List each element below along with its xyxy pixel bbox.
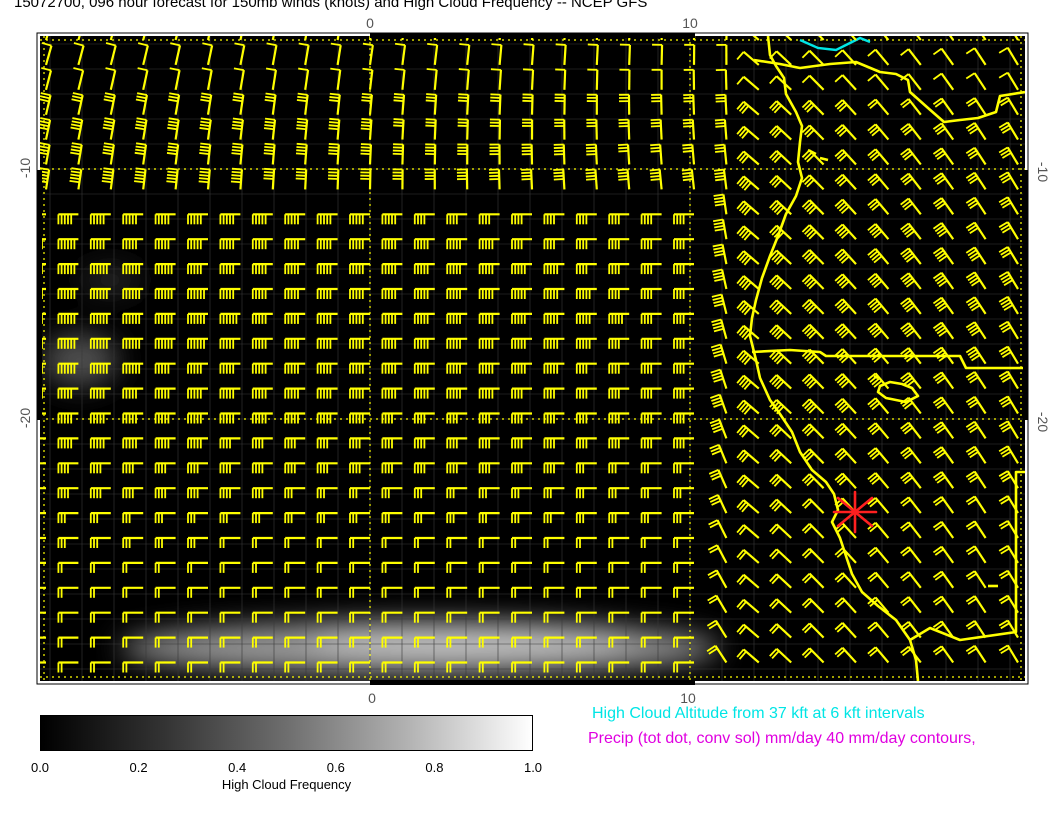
lat-tick-right-1: -20 xyxy=(1035,412,1051,432)
lat-tick-right-0: -10 xyxy=(1035,162,1051,182)
colorbar-label: High Cloud Frequency xyxy=(221,777,352,792)
lon-tick-top-1: 10 xyxy=(682,15,698,31)
map-figure: 0 10 0 10 -10 -20 -10 -20 xyxy=(17,15,1051,706)
lon-tick-top-0: 0 xyxy=(366,15,374,31)
cloud-altitude-legend: High Cloud Altitude from 37 kft at 6 kft… xyxy=(592,705,925,722)
colorbar-tick: 1.0 xyxy=(523,760,543,775)
lon-tick-bottom-0: 0 xyxy=(368,690,376,706)
colorbar-tick: 0.2 xyxy=(129,760,148,775)
colorbar-legend: 0.0 0.2 0.4 0.6 0.8 1.0 High Cloud Frequ… xyxy=(31,715,542,792)
lat-tick-left-1: -20 xyxy=(17,408,33,428)
colorbar-tick: 0.4 xyxy=(228,760,247,775)
colorbar-gradient xyxy=(40,715,533,751)
precip-legend: Precip (tot dot, conv sol) mm/day 40 mm/… xyxy=(588,730,976,747)
colorbar-tick: 0.0 xyxy=(30,760,50,775)
lon-tick-bottom-1: 10 xyxy=(680,690,696,706)
colorbar-tick: 0.6 xyxy=(326,760,345,775)
colorbar-tick: 0.8 xyxy=(425,760,444,775)
lat-tick-left-0: -10 xyxy=(17,158,33,178)
